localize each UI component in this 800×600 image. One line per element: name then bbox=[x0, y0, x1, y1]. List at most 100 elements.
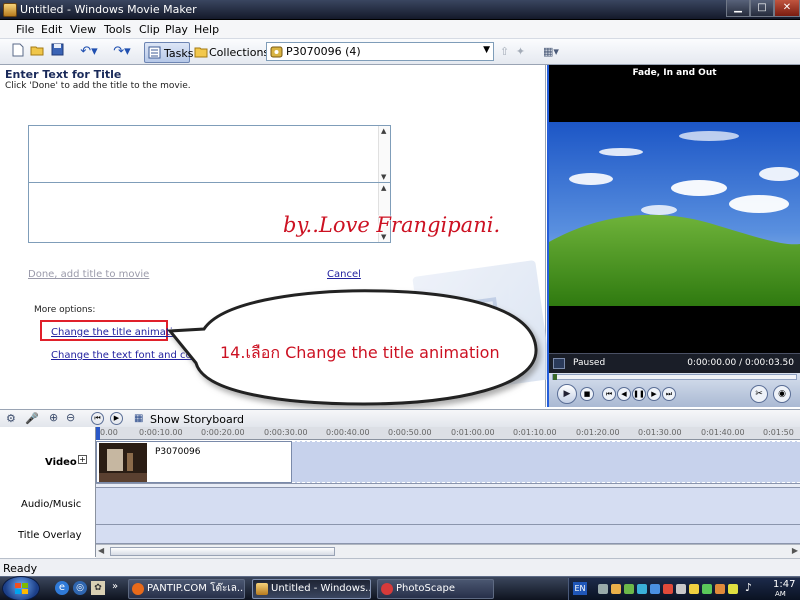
expand-video-track-button[interactable]: + bbox=[78, 455, 87, 464]
views-button[interactable]: ▦▾ bbox=[540, 43, 562, 61]
playhead[interactable] bbox=[96, 427, 100, 440]
pause-button[interactable]: ❚❚ bbox=[632, 387, 646, 401]
previous-frame-button[interactable]: ⏮ bbox=[602, 387, 616, 401]
menu-play[interactable]: Play bbox=[165, 23, 188, 36]
menu-view[interactable]: View bbox=[70, 23, 96, 36]
new-collection-button[interactable]: ✦ bbox=[514, 43, 527, 61]
zoom-out-button[interactable]: ⊖ bbox=[66, 411, 75, 424]
photoscape-icon bbox=[381, 583, 393, 595]
video-track[interactable]: P3070096 bbox=[96, 441, 800, 484]
camera-icon: ◉ bbox=[778, 389, 786, 399]
title-overlay-track[interactable] bbox=[96, 525, 800, 544]
undo-button[interactable]: ↶▾ bbox=[76, 43, 102, 61]
stop-button[interactable]: ■ bbox=[580, 387, 594, 401]
scroll-right-icon[interactable]: ▶ bbox=[792, 546, 798, 555]
tray-icon-3[interactable] bbox=[624, 584, 634, 594]
seek-bar[interactable] bbox=[552, 374, 797, 380]
app-quicklaunch-icon[interactable]: ✿ bbox=[91, 581, 105, 595]
menu-help[interactable]: Help bbox=[194, 23, 219, 36]
pause-icon: ❚❚ bbox=[633, 390, 645, 398]
collection-select[interactable]: P3070096 (4) ▼ bbox=[266, 42, 494, 61]
up-level-button[interactable]: ⇧ bbox=[498, 43, 511, 61]
taskbar-item-photoscape[interactable]: PhotoScape bbox=[377, 579, 494, 599]
taskbar-item-label: PANTIP.COM โต๊ะเล... bbox=[147, 583, 245, 594]
clip-name: P3070096 bbox=[155, 447, 201, 457]
forward-button[interactable]: ▶ bbox=[647, 387, 661, 401]
close-button[interactable]: ✕ bbox=[774, 0, 800, 17]
save-project-button[interactable] bbox=[50, 43, 64, 61]
collection-select-value: P3070096 (4) bbox=[286, 45, 361, 58]
skip-back-icon: ⏮ bbox=[605, 390, 613, 398]
video-track-empty[interactable] bbox=[292, 441, 800, 483]
ruler-tick: 0:01:00.00 bbox=[451, 428, 495, 437]
done-add-title-link[interactable]: Done, add title to movie bbox=[28, 269, 149, 280]
browser-quicklaunch-icon[interactable]: ◎ bbox=[73, 581, 87, 595]
tray-icon-7[interactable] bbox=[676, 584, 686, 594]
scroll-thumb[interactable] bbox=[110, 547, 335, 556]
tray-icon-5[interactable] bbox=[650, 584, 660, 594]
play-button[interactable]: ▶ bbox=[557, 384, 577, 404]
tray-icon-4[interactable] bbox=[637, 584, 647, 594]
zoom-in-icon: ⊕ bbox=[49, 411, 59, 424]
play-timeline-button[interactable]: ▶ bbox=[110, 412, 123, 425]
split-clip-button[interactable]: ✂ bbox=[750, 385, 768, 403]
volume-icon[interactable]: ♪ bbox=[745, 581, 752, 594]
narrate-button[interactable]: 🎤 bbox=[25, 412, 39, 425]
tray-icon-2[interactable] bbox=[611, 584, 621, 594]
scroll-up-icon[interactable]: ▲ bbox=[381, 184, 386, 192]
tray-icon-9[interactable] bbox=[702, 584, 712, 594]
timeline-ruler[interactable]: 0.00 0:00:10.00 0:00:20.00 0:00:30.00 0:… bbox=[96, 427, 800, 440]
language-indicator[interactable]: EN bbox=[573, 582, 587, 595]
window-title-bar[interactable]: Untitled - Windows Movie Maker ▁ □ ✕ bbox=[0, 0, 800, 20]
menu-tools[interactable]: Tools bbox=[104, 23, 131, 36]
undo-icon: ↶▾ bbox=[80, 44, 98, 59]
forward-icon: ▶ bbox=[651, 390, 657, 398]
scroll-up-icon[interactable]: ▲ bbox=[381, 127, 386, 135]
tray-icon-10[interactable] bbox=[715, 584, 725, 594]
seek-thumb[interactable] bbox=[553, 374, 557, 380]
tray-icon-6[interactable] bbox=[663, 584, 673, 594]
collections-label: Collections bbox=[209, 46, 270, 59]
minimize-button[interactable]: ▁ bbox=[726, 0, 750, 17]
quicklaunch-overflow-icon[interactable]: » bbox=[112, 581, 118, 592]
ie-quicklaunch-icon[interactable]: e bbox=[55, 581, 69, 595]
rewind-timeline-button[interactable]: ⏮ bbox=[91, 412, 104, 425]
preview-status-bar: Paused 0:00:00.00 / 0:00:03.50 bbox=[549, 353, 800, 373]
maximize-button[interactable]: □ bbox=[750, 0, 774, 17]
chevron-down-icon[interactable]: ▼ bbox=[483, 45, 490, 55]
tray-icon-11[interactable] bbox=[728, 584, 738, 594]
clock-time[interactable]: 1:47 bbox=[773, 579, 795, 590]
start-button[interactable] bbox=[2, 576, 40, 600]
title-text-input-1-scrollbar[interactable]: ▲ ▼ bbox=[378, 126, 390, 182]
tray-icon-1[interactable] bbox=[598, 584, 608, 594]
menu-file[interactable]: File bbox=[16, 23, 34, 36]
menu-edit[interactable]: Edit bbox=[41, 23, 62, 36]
taskbar-item-movie-maker[interactable]: Untitled - Windows... bbox=[252, 579, 371, 599]
audio-music-track[interactable] bbox=[96, 488, 800, 525]
tray-icon-8[interactable] bbox=[689, 584, 699, 594]
video-track-label: Video bbox=[45, 457, 77, 468]
next-frame-button[interactable]: ⏭ bbox=[662, 387, 676, 401]
open-project-button[interactable] bbox=[30, 43, 44, 61]
taskbar-item-pantip[interactable]: PANTIP.COM โต๊ะเล... bbox=[128, 579, 245, 599]
up-folder-icon: ⇧ bbox=[499, 45, 510, 58]
title-text-input-1[interactable]: ▲ ▼ bbox=[28, 125, 391, 183]
redo-button[interactable]: ↷▾ bbox=[109, 43, 135, 61]
take-picture-button[interactable]: ◉ bbox=[773, 385, 791, 403]
collections-button[interactable]: Collections bbox=[194, 45, 269, 61]
scroll-down-icon[interactable]: ▼ bbox=[381, 173, 386, 181]
rewind-button[interactable]: ◀ bbox=[617, 387, 631, 401]
timeline-settings-button[interactable]: ⚙ bbox=[6, 412, 16, 425]
ruler-tick: 0:01:50 bbox=[763, 428, 794, 437]
zoom-in-button[interactable]: ⊕ bbox=[49, 411, 58, 424]
collection-icon bbox=[270, 46, 283, 58]
cancel-link[interactable]: Cancel bbox=[327, 269, 361, 280]
menu-clip[interactable]: Clip bbox=[139, 23, 160, 36]
new-project-button[interactable] bbox=[11, 43, 25, 61]
save-disk-icon bbox=[51, 43, 63, 56]
timeline-horizontal-scrollbar[interactable]: ◀ ▶ bbox=[96, 544, 800, 558]
tasks-button[interactable]: Tasks bbox=[144, 42, 193, 63]
scroll-left-icon[interactable]: ◀ bbox=[98, 546, 104, 555]
ruler-tick: 0:00:50.00 bbox=[388, 428, 432, 437]
video-clip[interactable]: P3070096 bbox=[96, 441, 292, 483]
